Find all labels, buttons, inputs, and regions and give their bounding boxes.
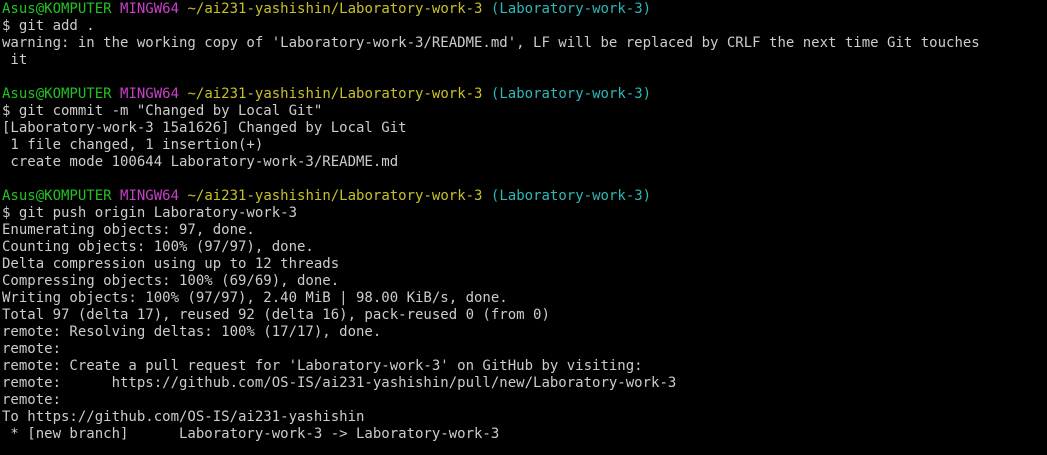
prompt-line: Asus@KOMPUTER MINGW64 ~/ai231-yashishin/… bbox=[2, 1, 1047, 18]
prompt-user: Asus@KOMPUTER bbox=[2, 188, 112, 204]
output-line: Counting objects: 100% (97/97), done. bbox=[2, 239, 314, 255]
output-line: Compressing objects: 100% (69/69), done. bbox=[2, 273, 340, 289]
prompt-path: ~/ai231-yashishin/Laboratory-work-3 bbox=[187, 86, 483, 102]
prompt-line: Asus@KOMPUTER MINGW64 ~/ai231-yashishin/… bbox=[2, 188, 1047, 205]
prompt-msystem: MINGW64 bbox=[120, 188, 180, 204]
terminal-window[interactable]: Asus@KOMPUTER MINGW64 ~/ai231-yashishin/… bbox=[0, 0, 1047, 455]
prompt-user: Asus@KOMPUTER bbox=[2, 86, 112, 102]
output-line: remote: Resolving deltas: 100% (17/17), … bbox=[2, 324, 382, 340]
prompt-branch: (Laboratory-work-3) bbox=[490, 86, 652, 102]
prompt-line: Asus@KOMPUTER MINGW64 ~/ai231-yashishin/… bbox=[2, 86, 1047, 103]
output-line: it bbox=[2, 52, 28, 68]
output-line: remote: bbox=[2, 392, 62, 408]
prompt-branch: (Laboratory-work-3) bbox=[490, 188, 652, 204]
prompt-path: ~/ai231-yashishin/Laboratory-work-3 bbox=[187, 188, 483, 204]
prompt-msystem: MINGW64 bbox=[120, 1, 180, 17]
output-line: remote: https://github.com/OS-IS/ai231-y… bbox=[2, 375, 677, 391]
output-line: Delta compression using up to 12 threads bbox=[2, 256, 340, 272]
output-line: [Laboratory-work-3 15a1626] Changed by L… bbox=[2, 120, 407, 136]
output-line: Enumerating objects: 97, done. bbox=[2, 222, 255, 238]
prompt-msystem: MINGW64 bbox=[120, 86, 180, 102]
prompt-user: Asus@KOMPUTER bbox=[2, 1, 112, 17]
output-line: 1 file changed, 1 insertion(+) bbox=[2, 137, 264, 153]
command-line: $ git add . bbox=[2, 18, 95, 34]
output-line: Total 97 (delta 17), reused 92 (delta 16… bbox=[2, 307, 550, 323]
output-line: Writing objects: 100% (97/97), 2.40 MiB … bbox=[2, 290, 508, 306]
output-line: To https://github.com/OS-IS/ai231-yashis… bbox=[2, 409, 365, 425]
output-line: warning: in the working copy of 'Laborat… bbox=[2, 35, 980, 51]
command-line: $ git commit -m "Changed by Local Git" bbox=[2, 103, 323, 119]
output-line: remote: Create a pull request for 'Labor… bbox=[2, 358, 643, 374]
output-line: create mode 100644 Laboratory-work-3/REA… bbox=[2, 154, 399, 170]
prompt-path: ~/ai231-yashishin/Laboratory-work-3 bbox=[187, 1, 483, 17]
output-line: remote: bbox=[2, 341, 62, 357]
output-line: * [new branch] Laboratory-work-3 -> Labo… bbox=[2, 426, 500, 442]
prompt-branch: (Laboratory-work-3) bbox=[490, 1, 652, 17]
command-line: $ git push origin Laboratory-work-3 bbox=[2, 205, 298, 221]
